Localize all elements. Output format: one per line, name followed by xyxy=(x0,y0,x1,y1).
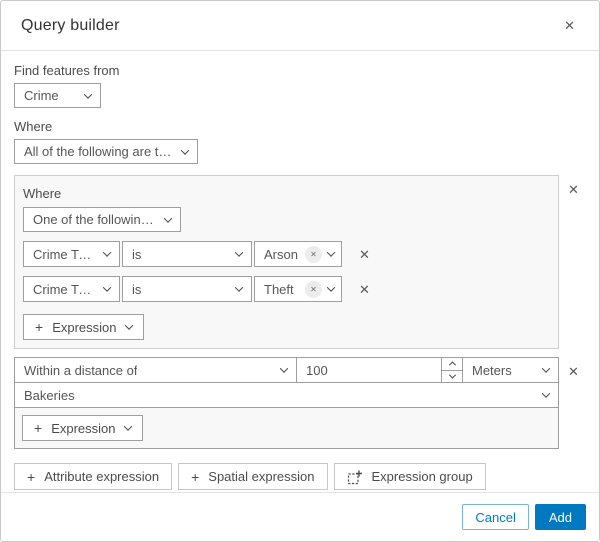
plus-icon: + xyxy=(34,420,43,436)
unit-select-value: Meters xyxy=(472,362,512,378)
operator-select[interactable]: is xyxy=(122,241,252,267)
spatial-expression-label: Spatial expression xyxy=(208,469,315,484)
chevron-down-icon xyxy=(163,213,173,223)
add-expression-group-button[interactable]: Expression group xyxy=(333,463,486,490)
unit-select[interactable]: Meters xyxy=(463,358,558,382)
remove-expression-icon[interactable]: ✕ xyxy=(355,246,374,263)
spatial-mode-value: Within a distance of xyxy=(24,362,138,378)
close-icon[interactable]: ✕ xyxy=(560,17,579,34)
operator-select-value: is xyxy=(132,281,142,297)
operator-select[interactable]: is xyxy=(122,276,252,302)
plus-icon: + xyxy=(27,468,36,485)
where-section: Where All of the following are true xyxy=(14,119,586,164)
remove-expression-icon[interactable]: ✕ xyxy=(355,281,374,298)
layer-select-value: Crime xyxy=(24,88,59,103)
attribute-expression-label: Attribute expression xyxy=(44,469,160,484)
chevron-down-icon xyxy=(326,248,336,257)
match-operator-value: All of the following are true xyxy=(24,144,174,159)
value-select-value: Theft xyxy=(264,281,294,297)
remove-group-icon[interactable]: ✕ xyxy=(564,181,583,198)
field-select[interactable]: Crime Type xyxy=(23,241,120,267)
group-where-label: Where xyxy=(23,186,62,201)
field-select-value: Crime Type xyxy=(33,281,96,297)
add-expression-actions: + Attribute expression + Spatial express… xyxy=(14,463,586,490)
find-features-label: Find features from xyxy=(14,63,120,78)
chevron-down-icon xyxy=(180,145,190,155)
stepper-down-icon[interactable] xyxy=(442,371,462,383)
dialog-header: Query builder ✕ xyxy=(1,1,599,51)
plus-icon: + xyxy=(35,319,44,335)
distance-input[interactable] xyxy=(297,358,441,382)
stepper-up-icon[interactable] xyxy=(442,358,462,371)
expression-row: Crime Type is Theft ✕ ✕ xyxy=(23,276,550,302)
layer-select[interactable]: Crime xyxy=(14,83,101,108)
add-expression-button[interactable]: + Expression xyxy=(23,314,144,340)
expression-row: Crime Type is Arson ✕ ✕ xyxy=(23,241,550,267)
value-select[interactable]: Arson ✕ xyxy=(254,241,342,267)
dialog-body: Find features from Crime Where All of th… xyxy=(1,51,599,490)
plus-icon: + xyxy=(191,468,200,485)
chevron-down-icon xyxy=(102,283,112,292)
field-select[interactable]: Crime Type xyxy=(23,276,120,302)
add-button[interactable]: Add xyxy=(534,504,586,530)
value-select-value: Arson xyxy=(264,246,298,262)
value-select[interactable]: Theft ✕ xyxy=(254,276,342,302)
match-operator-select[interactable]: All of the following are true xyxy=(14,139,198,164)
chevron-down-icon xyxy=(123,422,132,431)
chevron-down-icon xyxy=(541,364,551,373)
expression-group-1-row: Where One of the following are tr... Cri… xyxy=(14,175,586,349)
operator-select-value: is xyxy=(132,246,142,262)
chevron-down-icon xyxy=(234,283,244,292)
chevron-down-icon xyxy=(279,364,289,373)
number-stepper xyxy=(441,358,462,382)
dialog-footer: Cancel Add xyxy=(1,492,599,541)
expression-group-1: Where One of the following are tr... Cri… xyxy=(14,175,559,349)
target-layer-select[interactable]: Bakeries xyxy=(15,383,558,408)
chevron-down-icon xyxy=(83,89,93,99)
chevron-down-icon xyxy=(326,283,336,292)
clear-value-icon[interactable]: ✕ xyxy=(305,280,322,298)
chevron-down-icon xyxy=(124,321,133,330)
target-layer-value: Bakeries xyxy=(24,387,75,403)
find-features-section: Find features from Crime xyxy=(14,63,586,108)
cancel-button[interactable]: Cancel xyxy=(462,504,529,530)
chevron-down-icon xyxy=(234,248,244,257)
distance-input-wrap xyxy=(297,358,463,382)
add-expression-label: Expression xyxy=(52,319,117,335)
add-attribute-expression-button[interactable]: + Attribute expression xyxy=(14,463,173,490)
add-expression-label: Expression xyxy=(51,420,116,436)
dialog-title: Query builder xyxy=(21,16,120,34)
chevron-down-icon xyxy=(541,389,551,398)
query-builder-dialog: Query builder ✕ Find features from Crime… xyxy=(0,0,600,542)
chevron-down-icon xyxy=(102,248,112,257)
expression-group-icon xyxy=(347,469,363,485)
add-spatial-expression-button[interactable]: + Spatial expression xyxy=(178,463,328,490)
field-select-value: Crime Type xyxy=(33,246,96,262)
expression-group-label: Expression group xyxy=(371,469,473,484)
group-operator-value: One of the following are tr... xyxy=(33,212,157,227)
expression-group-2-row: Within a distance of Meters xyxy=(14,357,586,449)
add-expression-button[interactable]: + Expression xyxy=(22,415,143,441)
group-operator-select[interactable]: One of the following are tr... xyxy=(23,207,181,232)
spatial-mode-select[interactable]: Within a distance of xyxy=(15,358,297,382)
expression-group-2: Within a distance of Meters xyxy=(14,357,559,449)
where-label: Where xyxy=(14,119,53,134)
clear-value-icon[interactable]: ✕ xyxy=(305,245,322,263)
remove-group-icon[interactable]: ✕ xyxy=(564,363,583,380)
